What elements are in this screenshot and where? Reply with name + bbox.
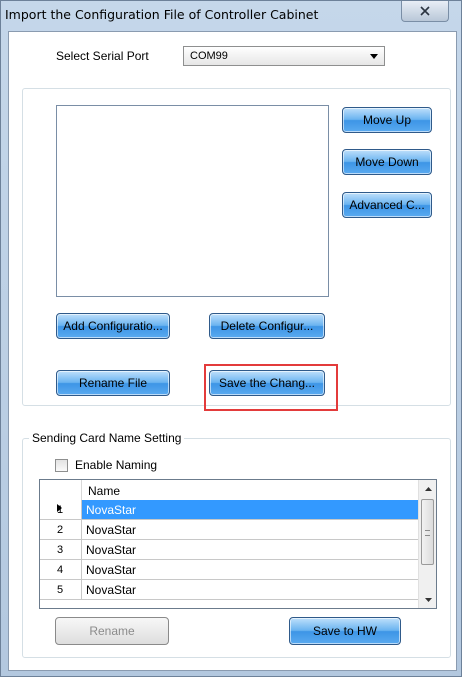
serial-port-select[interactable]: COM99 (183, 46, 385, 66)
row-header: 4 (40, 560, 82, 579)
grid-scrollbar[interactable] (418, 480, 436, 608)
row-index: 3 (57, 544, 64, 556)
row-index: 1 (57, 504, 64, 516)
enable-naming-label: Enable Naming (75, 458, 158, 472)
row-header: 1 (40, 500, 82, 519)
name-cell[interactable]: NovaStar (82, 500, 418, 519)
move-up-button[interactable]: Move Up (342, 107, 432, 133)
serial-port-value: COM99 (190, 50, 228, 62)
row-header: 5 (40, 580, 82, 599)
table-row[interactable]: 1 NovaStar (40, 500, 418, 520)
name-cell-text: NovaStar (86, 543, 137, 557)
scroll-down-button[interactable] (419, 591, 436, 608)
save-to-hw-button[interactable]: Save to HW (289, 617, 401, 645)
dialog-body: Select Serial Port COM99 Move Up Move Do… (8, 31, 457, 671)
name-cell[interactable]: NovaStar (82, 520, 418, 539)
scroll-up-button[interactable] (419, 480, 436, 497)
highlight-box (204, 364, 338, 411)
row-index: 2 (57, 524, 64, 536)
dialog-window: Import the Configuration File of Control… (0, 0, 462, 677)
window-title: Import the Configuration File of Control… (5, 7, 319, 22)
advanced-button[interactable]: Advanced C... (342, 192, 432, 218)
table-row[interactable]: 3 NovaStar (40, 540, 418, 560)
chevron-down-icon (424, 597, 432, 602)
config-file-list[interactable] (56, 105, 329, 297)
close-icon (420, 6, 430, 16)
scroll-thumb[interactable] (421, 499, 434, 565)
serial-port-label: Select Serial Port (56, 49, 149, 63)
name-cell-text: NovaStar (86, 503, 137, 517)
row-header: 3 (40, 540, 82, 559)
move-down-button[interactable]: Move Down (342, 149, 432, 175)
row-index: 4 (57, 564, 64, 576)
sending-card-grid[interactable]: Name 1 NovaStar 2 NovaStar 3 NovaStar 4 … (39, 479, 437, 609)
table-row[interactable]: 5 NovaStar (40, 580, 418, 600)
name-cell[interactable]: NovaStar (82, 560, 418, 579)
name-cell[interactable]: NovaStar (82, 580, 418, 599)
sending-card-group-title: Sending Card Name Setting (29, 431, 185, 445)
column-header-name[interactable]: Name (88, 484, 120, 498)
name-cell-text: NovaStar (86, 523, 137, 537)
chevron-down-icon (370, 54, 378, 59)
table-row[interactable]: 2 NovaStar (40, 520, 418, 540)
delete-configuration-button[interactable]: Delete Configur... (209, 313, 325, 339)
row-header: 2 (40, 520, 82, 539)
row-index: 5 (57, 584, 64, 596)
table-row[interactable]: 4 NovaStar (40, 560, 418, 580)
grip-icon (425, 530, 430, 536)
name-cell[interactable]: NovaStar (82, 540, 418, 559)
grid-header: Name (40, 480, 418, 501)
grid-corner (40, 480, 82, 500)
name-cell-text: NovaStar (86, 583, 137, 597)
enable-naming-checkbox[interactable] (55, 459, 68, 472)
close-button[interactable] (401, 1, 449, 22)
rename-file-button[interactable]: Rename File (56, 370, 170, 396)
name-cell-text: NovaStar (86, 563, 137, 577)
title-bar[interactable]: Import the Configuration File of Control… (1, 1, 461, 31)
chevron-up-icon (424, 486, 432, 491)
rename-button[interactable]: Rename (55, 617, 169, 645)
add-configuration-button[interactable]: Add Configuratio... (56, 313, 170, 339)
